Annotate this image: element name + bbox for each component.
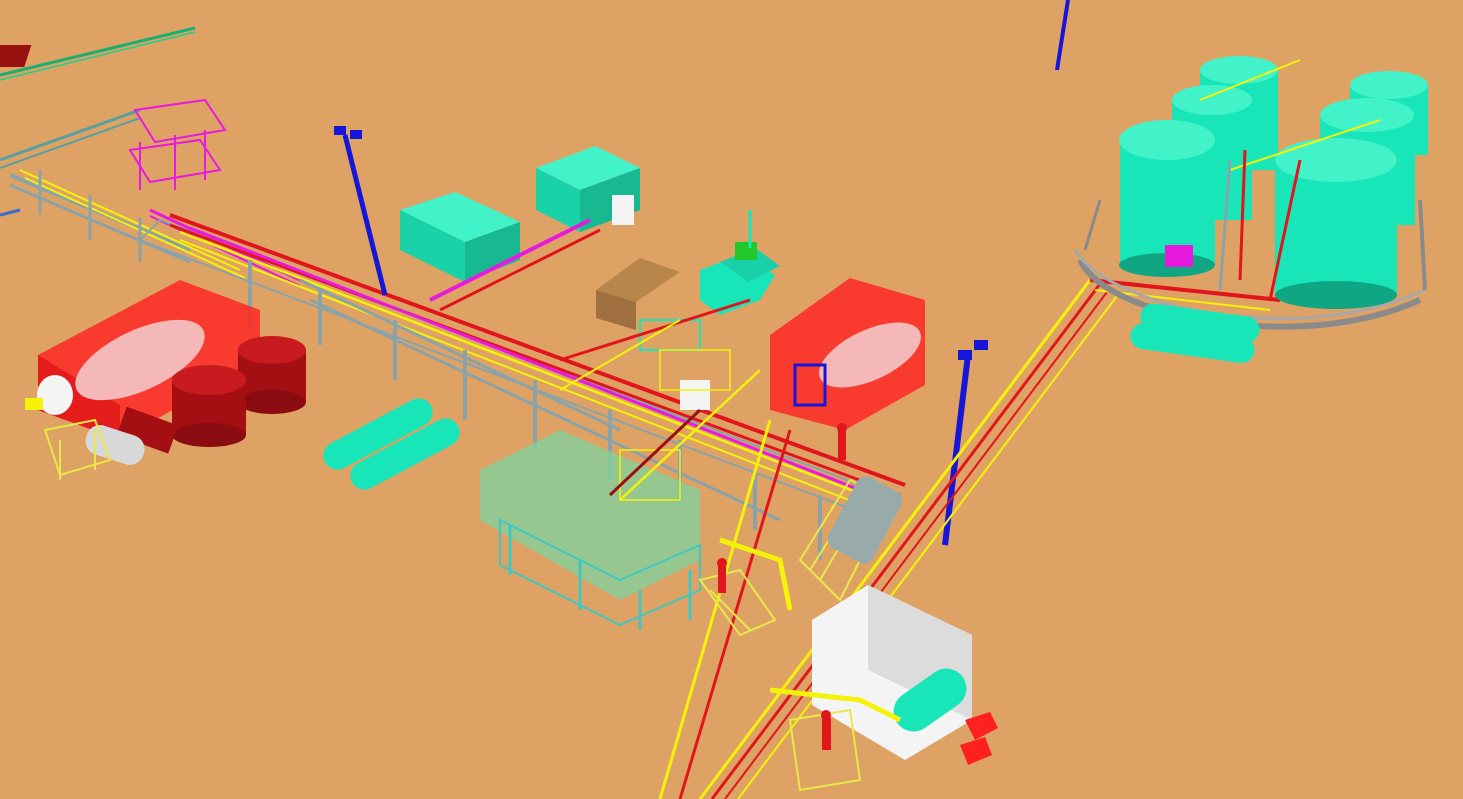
plant-3d-scene[interactable] xyxy=(0,0,1463,799)
